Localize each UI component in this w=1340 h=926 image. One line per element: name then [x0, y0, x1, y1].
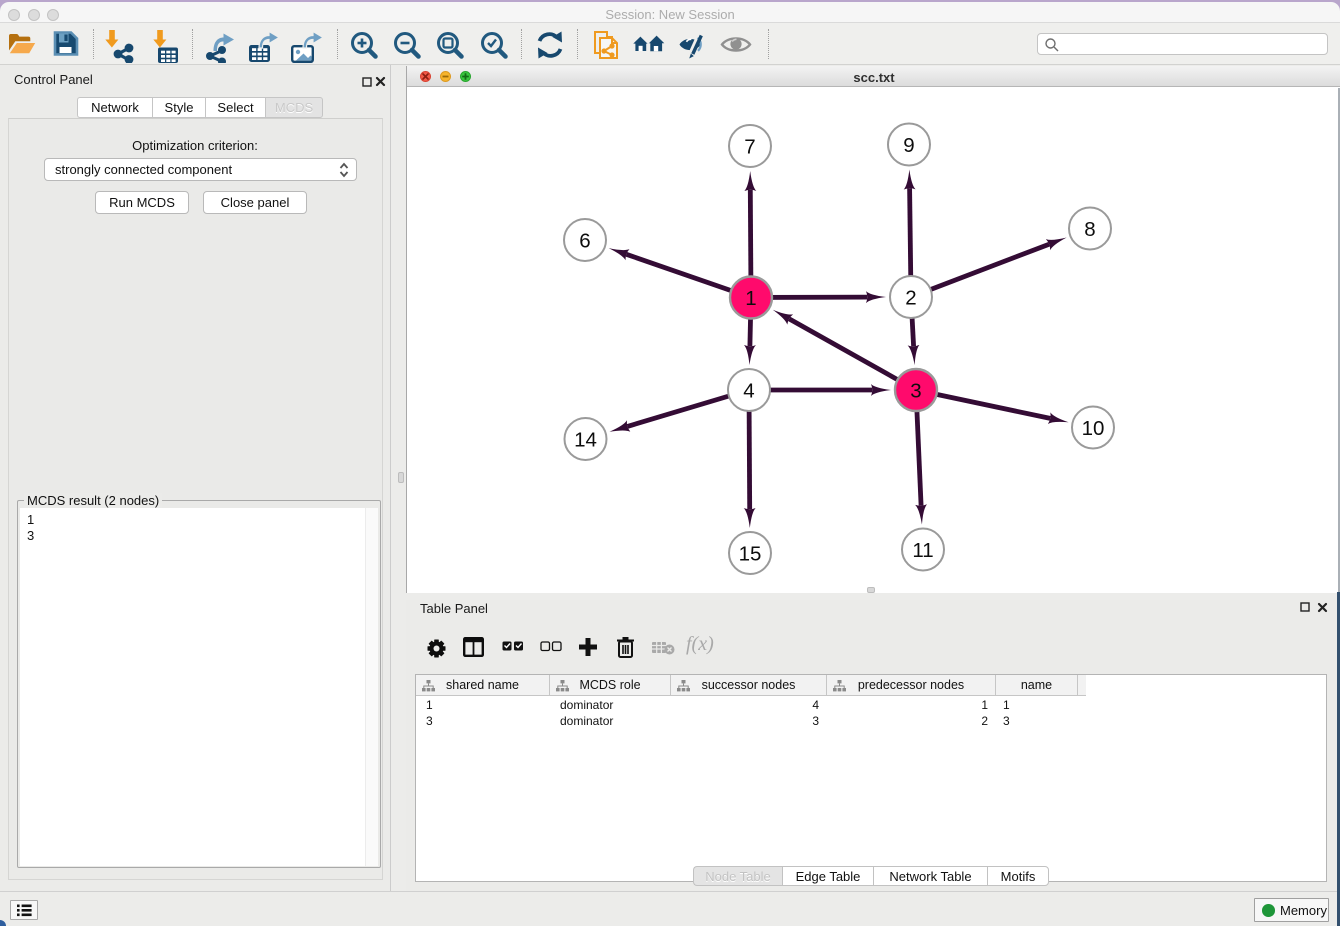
svg-text:15: 15	[739, 543, 762, 566]
svg-text:1: 1	[745, 287, 756, 310]
svg-text:8: 8	[1084, 218, 1095, 241]
svg-text:3: 3	[910, 380, 921, 403]
svg-text:2: 2	[905, 287, 916, 310]
svg-text:4: 4	[743, 380, 754, 403]
svg-text:7: 7	[744, 136, 755, 159]
svg-text:10: 10	[1082, 417, 1105, 440]
svg-text:6: 6	[579, 230, 590, 253]
svg-text:14: 14	[574, 429, 597, 452]
svg-text:11: 11	[912, 539, 933, 562]
svg-text:9: 9	[903, 134, 914, 157]
